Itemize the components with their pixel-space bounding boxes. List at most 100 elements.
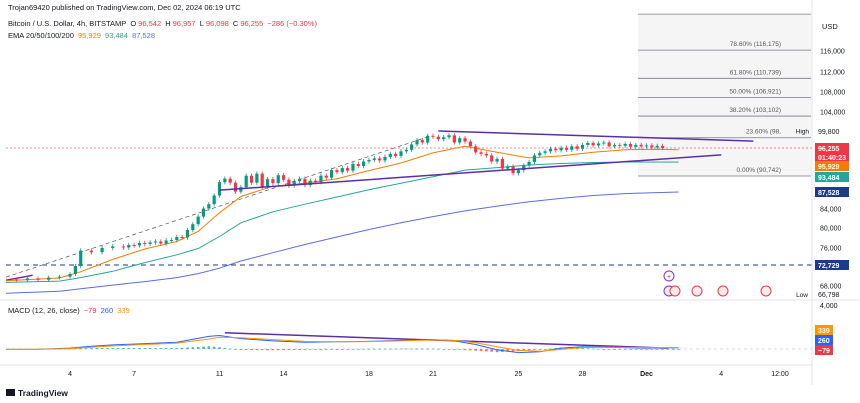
price-badge-label: 99,800 (818, 129, 840, 136)
macd-histogram-bar (463, 349, 467, 351)
candle-body (164, 240, 168, 244)
time-tick-label: 11 (216, 371, 223, 378)
price-tick-label: 80,000 (820, 226, 842, 233)
low-value: 96,098 (205, 19, 229, 28)
time-tick-label: 4 (68, 371, 72, 378)
macd-histogram-bar (260, 349, 264, 351)
candle-body (319, 175, 323, 183)
candle-body (639, 144, 643, 147)
candle-body (500, 158, 505, 169)
time-tick-label: 4 (719, 371, 723, 378)
candle-body (442, 137, 446, 140)
macd-histogram-bar (634, 349, 638, 350)
macd-histogram-bar (159, 348, 163, 349)
macd-histogram-bar (100, 348, 104, 349)
flag-icon[interactable] (717, 285, 729, 297)
candle-body (399, 151, 403, 156)
time-tick-label: 12:00 (771, 371, 789, 378)
candle-body (265, 179, 270, 187)
candle-body (431, 135, 435, 137)
symbol-legend[interactable]: Bitcoin / U.S. Dollar, 4h, BITSTAMP O 96,… (8, 19, 319, 28)
macd-histogram-bar (164, 348, 168, 349)
flag-icon[interactable] (691, 285, 703, 297)
currency-label[interactable]: USD (822, 22, 838, 31)
candle-body (255, 173, 259, 183)
fib-level-label: 61.80% (110,739) (730, 69, 781, 76)
macd-histogram-bar (527, 349, 531, 351)
time-tick-label: 21 (429, 371, 437, 378)
macd-histogram-bar (474, 349, 478, 351)
fib-level-label: 38.20% (103,102) (729, 107, 781, 114)
macd-histogram-bar (378, 348, 381, 350)
macd-tick-label: 4,000 (820, 303, 838, 310)
macd-histogram-bar (303, 349, 307, 350)
candle-body (330, 170, 334, 178)
macd-histogram-bar (186, 347, 189, 349)
macd-histogram-bar (319, 349, 323, 350)
fib-level-label: 78.60% (116,175) (730, 41, 781, 48)
macd-histogram-bar (650, 349, 654, 350)
macd-histogram-bar (346, 348, 349, 350)
macd-histogram-bar (677, 349, 680, 350)
price-badge-label: 01:40:23 (818, 155, 846, 162)
candle-body (356, 164, 360, 167)
candle-body (228, 178, 232, 183)
macd-histogram-bar (287, 349, 291, 351)
macd-histogram-bar (581, 348, 584, 349)
macd-histogram-bar (116, 348, 120, 349)
ema-legend[interactable]: EMA 20/50/100/200 95,929 93,484 87,528 (8, 31, 157, 40)
candle-body (233, 182, 238, 192)
macd-histogram-bar (437, 348, 440, 350)
candle-body (79, 250, 83, 267)
macd-histogram-bar (175, 348, 179, 349)
flag-icon[interactable] (669, 285, 681, 297)
macd-histogram-bar (191, 347, 195, 349)
candle-body (249, 175, 254, 183)
high-label: H (165, 19, 171, 28)
candle-body (463, 138, 467, 142)
candle-body (415, 140, 419, 145)
candle-body (15, 279, 19, 281)
time-tick-label: 28 (579, 371, 587, 378)
macd-histogram-bar (324, 349, 328, 350)
open-value: 96,542 (138, 19, 162, 28)
candle-body (207, 204, 211, 209)
candle-body (436, 136, 440, 140)
macd-histogram-bar (271, 349, 275, 351)
candle-body (196, 216, 200, 225)
fib-level-label: 0.00% (90,742) (737, 167, 781, 174)
candle-body (410, 144, 414, 150)
macd-title: MACD (12, 26, close) (8, 306, 80, 315)
candle-body (185, 230, 190, 238)
candle-body (367, 159, 371, 162)
macd-histogram-bar (111, 348, 115, 349)
macd-histogram-bar (138, 348, 141, 349)
candle-body (458, 138, 462, 143)
candle-body (111, 246, 115, 248)
price-badge-label: 72,729 (818, 263, 840, 270)
candle-body (346, 168, 350, 171)
candle-body (420, 140, 424, 143)
macd-histogram-bar (383, 348, 387, 350)
candle-body (36, 278, 40, 280)
candle-body (612, 144, 617, 147)
flag-icon[interactable] (760, 285, 772, 297)
macd-line-value: 260 (100, 306, 114, 315)
macd-histogram-bar (399, 348, 403, 350)
macd-legend[interactable]: MACD (12, 26, close) −79 260 339 (8, 306, 132, 315)
candle-body (404, 149, 408, 152)
candle-body (495, 158, 499, 162)
macd-histogram-bar (426, 348, 429, 350)
macd-histogram-bar (106, 348, 109, 349)
macd-histogram-bar (629, 349, 632, 350)
price-tick-label: 116,000 (820, 49, 845, 56)
candle-body (660, 145, 665, 148)
candle-body (260, 173, 264, 187)
low-label: Low (796, 292, 808, 299)
candle-body (527, 161, 531, 166)
chart-canvas[interactable]: 78.60% (116,175) 61.80% (110,739) 50.00% (… (0, 0, 860, 403)
macd-histogram-bar (196, 346, 200, 349)
candle-body (655, 145, 659, 148)
macd-histogram-bar (122, 348, 125, 349)
macd-histogram-bar (330, 349, 333, 350)
